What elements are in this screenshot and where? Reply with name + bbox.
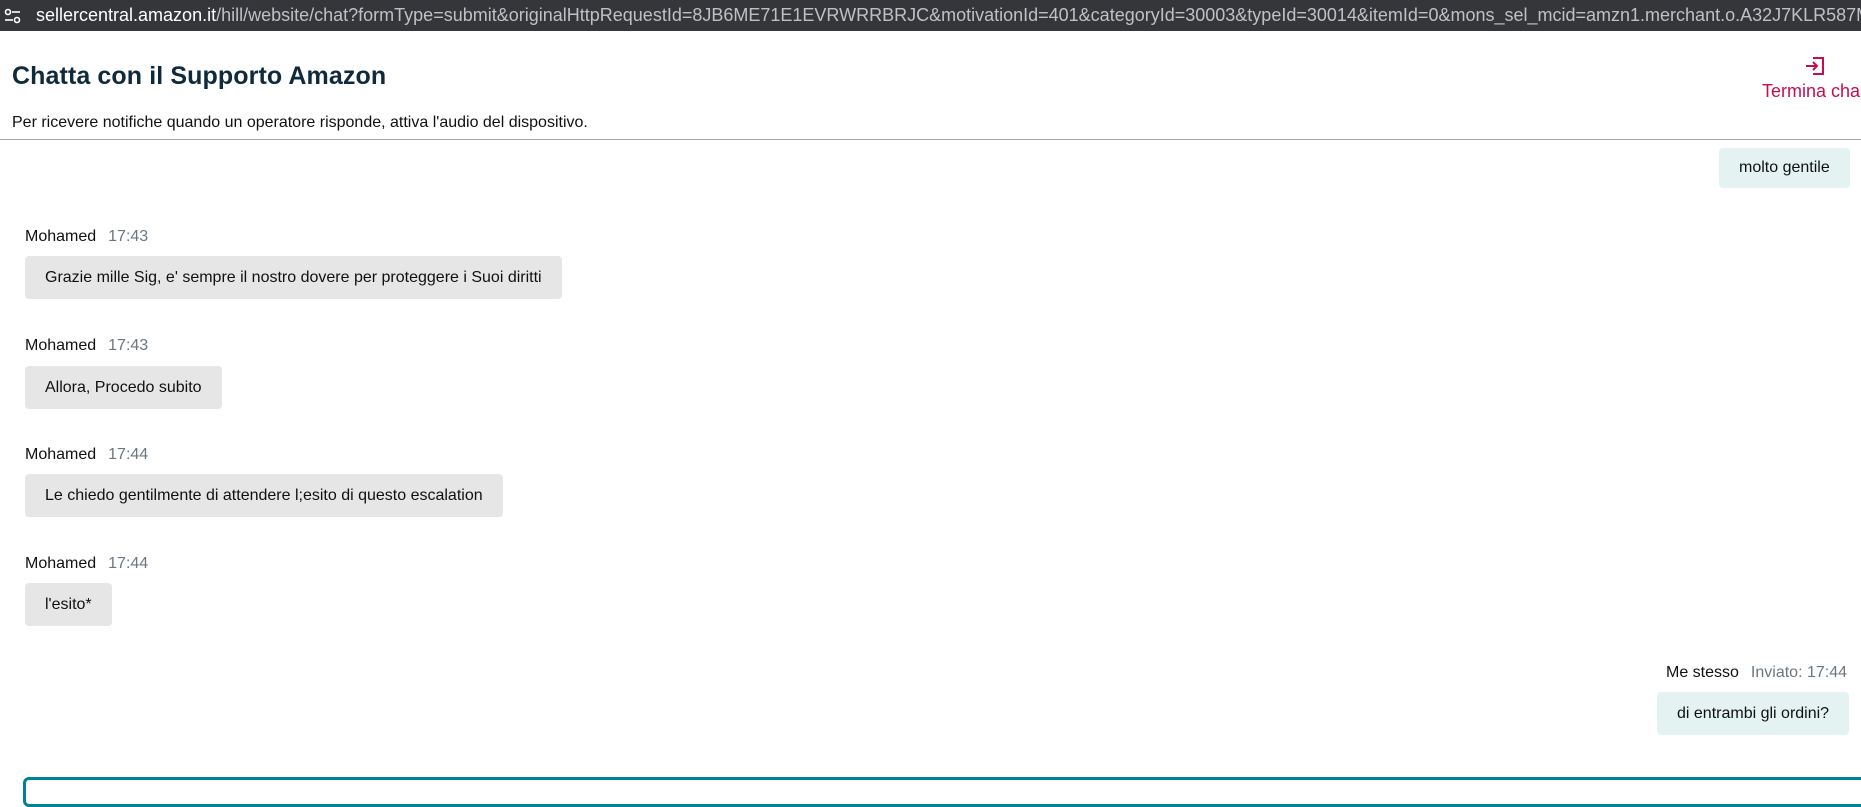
message-meta: Mohamed 17:44 bbox=[25, 555, 148, 573]
browser-address-bar[interactable]: sellercentral.amazon.it/hill/website/cha… bbox=[0, 0, 1861, 31]
message-meta: Me stesso Inviato: 17:44 bbox=[1666, 664, 1847, 682]
end-chat-button[interactable]: Termina cha bbox=[1761, 53, 1861, 103]
message-author: Mohamed bbox=[25, 337, 97, 354]
message-author: Me stesso bbox=[1666, 664, 1739, 681]
agent-message-bubble: l'esito* bbox=[25, 583, 112, 626]
message-author: Mohamed bbox=[25, 555, 97, 572]
message-time: 17:44 bbox=[108, 446, 149, 463]
message-time: 17:44 bbox=[108, 555, 149, 572]
url-host: sellercentral.amazon.it bbox=[36, 5, 217, 25]
agent-message-bubble: Grazie mille Sig, e' sempre il nostro do… bbox=[25, 256, 562, 299]
message-time: 17:43 bbox=[108, 228, 149, 245]
message-input[interactable] bbox=[23, 777, 1861, 807]
message-meta: Mohamed 17:43 bbox=[25, 337, 148, 355]
url-path: /hill/website/chat?formType=submit&origi… bbox=[216, 5, 1861, 25]
url-text[interactable]: sellercentral.amazon.it/hill/website/cha… bbox=[36, 0, 1861, 31]
message-time: Inviato: 17:44 bbox=[1750, 664, 1847, 681]
message-meta: Mohamed 17:43 bbox=[25, 228, 148, 246]
my-message-bubble: di entrambi gli ordini? bbox=[1657, 692, 1850, 735]
message-author: Mohamed bbox=[25, 446, 97, 463]
page-title: Chatta con il Supporto Amazon bbox=[12, 62, 387, 90]
agent-message-bubble: Allora, Procedo subito bbox=[25, 366, 222, 409]
agent-message-bubble: Le chiedo gentilmente di attendere l;esi… bbox=[25, 474, 503, 517]
notification-hint: Per ricevere notifiche quando un operato… bbox=[12, 114, 588, 131]
my-message-bubble: molto gentile bbox=[1719, 148, 1850, 188]
chat-header: Chatta con il Supporto Amazon Per riceve… bbox=[0, 31, 1861, 140]
message-time: 17:43 bbox=[108, 337, 149, 354]
tune-icon[interactable] bbox=[4, 6, 22, 26]
message-author: Mohamed bbox=[25, 228, 97, 245]
message-meta: Mohamed 17:44 bbox=[25, 446, 148, 464]
end-chat-label: Termina cha bbox=[1762, 81, 1861, 101]
